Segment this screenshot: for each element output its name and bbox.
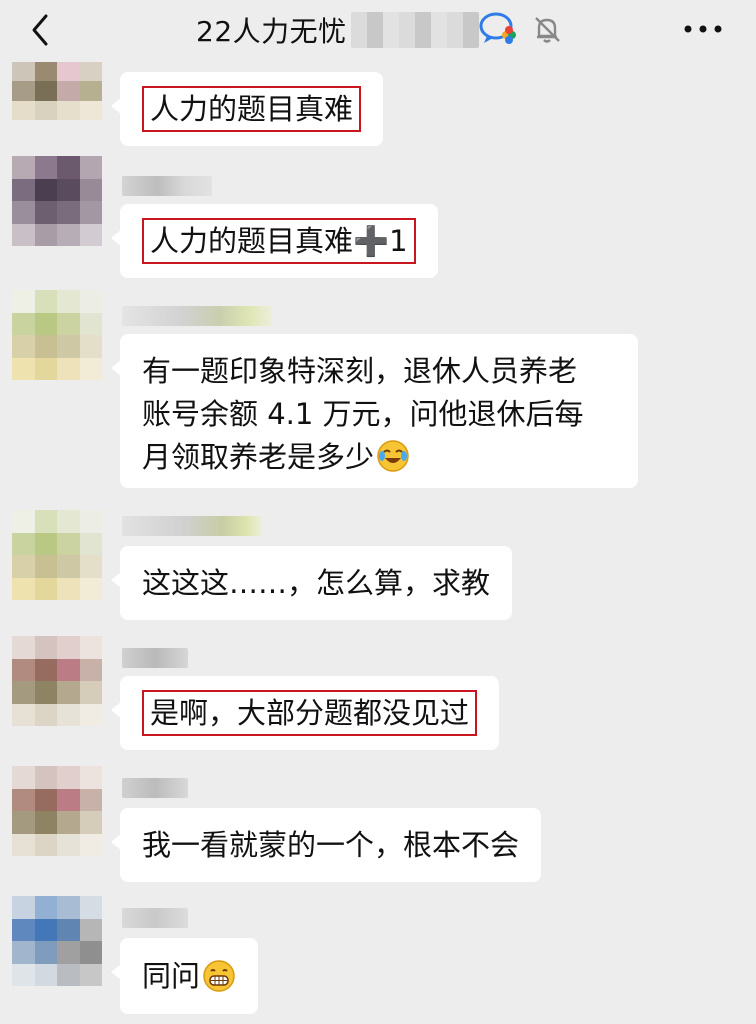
blurred-title-suffix: [350, 12, 479, 48]
message-text: 我一看就蒙的一个，根本不会: [142, 827, 520, 862]
more-dots-icon: [684, 25, 722, 33]
message-text: 人力的题目真难: [142, 86, 362, 132]
avatar[interactable]: [12, 510, 102, 600]
sender-nickname: [122, 908, 188, 928]
message-bubble[interactable]: 这这这……，怎么算，求教: [110, 546, 513, 620]
message-bubble[interactable]: 同问: [110, 938, 259, 1014]
bell-off-icon: [530, 12, 564, 46]
sender-nickname: [122, 516, 262, 536]
message-bubble[interactable]: 是啊，大部分题都没见过: [110, 676, 500, 750]
grinning-emoji: [203, 960, 235, 992]
message-line-last: 月领取养老是多少: [142, 436, 616, 479]
more-options-button[interactable]: [680, 12, 726, 46]
chat-title: 22人力无忧: [196, 15, 347, 48]
message-text: 是啊，大部分题都没见过: [142, 690, 478, 736]
avatar[interactable]: [12, 896, 102, 986]
tears-of-joy-emoji: [377, 440, 409, 472]
sender-nickname: [122, 648, 188, 668]
avatar[interactable]: [12, 62, 102, 120]
message-text: 同问: [142, 958, 201, 993]
avatar[interactable]: [12, 156, 102, 246]
sender-nickname: [122, 306, 272, 326]
message-line: 账号余额 4.1 万元，问他退休后每: [142, 397, 584, 431]
message-bubble[interactable]: 我一看就蒙的一个，根本不会: [110, 808, 542, 882]
message-text: 这这这……，怎么算，求教: [142, 565, 491, 600]
message-text: 人力的题目真难➕1: [142, 218, 416, 264]
back-button[interactable]: [22, 10, 62, 50]
message-bubble[interactable]: 人力的题目真难➕1: [111, 204, 438, 278]
message-bubble[interactable]: 有一题印象特深刻，退休人员养老 账号余额 4.1 万元，问他退休后每 月领取养老…: [111, 334, 638, 488]
chat-header: 22人力无忧: [0, 0, 756, 60]
wecom-icon: [476, 8, 522, 50]
message-line: 有一题印象特深刻，退休人员养老: [142, 354, 578, 388]
sender-nickname: [122, 778, 188, 798]
message-bubble[interactable]: 人力的题目真难: [110, 72, 384, 146]
sender-nickname: [122, 176, 212, 196]
chevron-left-icon: [32, 14, 48, 46]
avatar[interactable]: [12, 290, 102, 380]
avatar[interactable]: [12, 636, 102, 726]
avatar[interactable]: [12, 766, 102, 856]
chat-title-wrap[interactable]: 22人力无忧: [196, 6, 479, 54]
